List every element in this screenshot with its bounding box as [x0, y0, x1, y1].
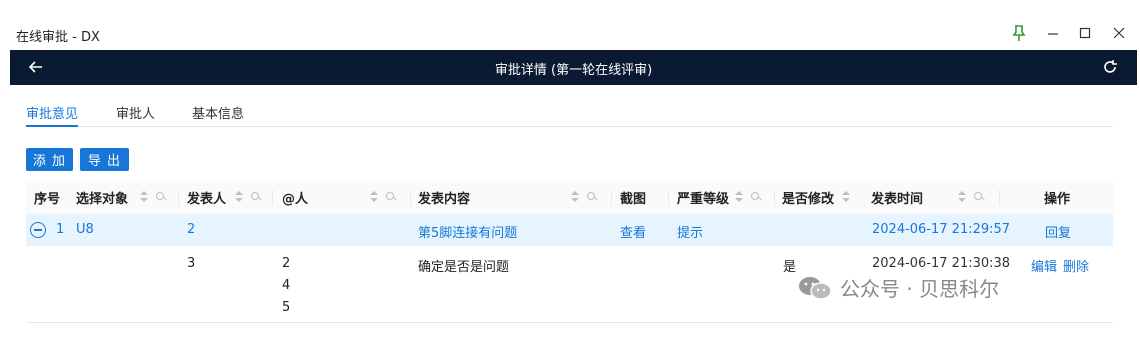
search-icon[interactable]: [386, 191, 396, 203]
tab-basic-info[interactable]: 基本信息: [192, 103, 244, 122]
column-header-screenshot: 截图: [620, 192, 647, 207]
row-content: 确定是否是问题: [418, 260, 510, 275]
row-mention: 2: [282, 256, 291, 271]
tab-approvers[interactable]: 审批人: [116, 103, 155, 122]
row-severity: 提示: [677, 226, 704, 241]
sort-icon[interactable]: [735, 191, 743, 203]
column-header-index: 序号: [34, 192, 61, 207]
row-index: 1: [56, 222, 65, 237]
watermark: 公众号 · 贝思科尔: [798, 273, 999, 302]
row-author: 3: [187, 256, 196, 271]
severity-column-tools: [735, 191, 761, 203]
column-divider: [668, 190, 669, 206]
column-divider: [774, 190, 775, 206]
column-header-time[interactable]: 发表时间: [871, 181, 923, 214]
sort-icon[interactable]: [370, 191, 378, 203]
column-header-actions: 操作: [1044, 192, 1071, 207]
table-header: 序号 选择对象 发表人 @人 发表内容 截图 严重等级 是否修改 发表时间 操作: [26, 181, 1113, 214]
column-divider: [272, 190, 273, 206]
wechat-icon: [798, 275, 832, 301]
view-screenshot-link[interactable]: 查看: [620, 222, 646, 241]
search-icon[interactable]: [251, 191, 261, 203]
search-icon[interactable]: [974, 191, 984, 203]
minimize-icon[interactable]: [1042, 22, 1064, 44]
column-header-content[interactable]: 发表内容: [418, 181, 470, 214]
row-time: 2024-06-17 21:30:38: [872, 256, 1011, 271]
row-time: 2024-06-17 21:29:57: [872, 222, 1011, 237]
page-title: 审批详情 (第一轮在线评审): [494, 63, 653, 78]
sort-icon[interactable]: [958, 191, 966, 203]
mentions-column-tools: [370, 191, 396, 203]
column-divider: [410, 190, 411, 206]
target-column-tools: [140, 191, 166, 203]
window-title: 在线审批 - DX: [16, 30, 100, 45]
content-column-tools: [571, 191, 597, 203]
row-target: U8: [76, 222, 94, 237]
sort-icon[interactable]: [235, 191, 243, 203]
column-divider: [178, 190, 179, 206]
column-header-author[interactable]: 发表人: [187, 181, 226, 214]
pin-icon[interactable]: [1008, 22, 1030, 44]
search-icon[interactable]: [587, 191, 597, 203]
search-icon[interactable]: [751, 191, 761, 203]
tab-opinions[interactable]: 审批意见: [26, 103, 78, 122]
add-button[interactable]: 添 加: [26, 148, 73, 171]
page-header: 审批详情 (第一轮在线评审): [10, 50, 1137, 85]
row-mention: 4: [282, 278, 291, 293]
refresh-icon[interactable]: [1101, 58, 1119, 76]
modified-column-tools: [842, 191, 850, 203]
row-modified: 是: [783, 260, 797, 275]
author-column-tools: [235, 191, 261, 203]
search-icon[interactable]: [156, 191, 166, 203]
edit-link[interactable]: 编辑: [1031, 256, 1057, 275]
row-content: 第5脚连接有问题: [418, 226, 518, 241]
export-button[interactable]: 导 出: [80, 148, 129, 171]
close-icon[interactable]: [1108, 22, 1130, 44]
table-row[interactable]: 1 U8 2 第5脚连接有问题 查看 提示 2024-06-17 21:29:5…: [26, 214, 1113, 246]
reply-link[interactable]: 回复: [1045, 222, 1071, 241]
row-author: 2: [187, 222, 196, 237]
sort-icon[interactable]: [571, 191, 579, 203]
active-tab-indicator: [26, 125, 78, 127]
column-header-severity[interactable]: 严重等级: [677, 181, 729, 214]
tab-bar: 审批意见 审批人 基本信息: [26, 100, 1113, 127]
maximize-icon[interactable]: [1074, 22, 1096, 44]
collapse-icon[interactable]: [30, 222, 46, 238]
column-header-target[interactable]: 选择对象: [76, 181, 128, 214]
column-header-modified[interactable]: 是否修改: [782, 181, 834, 214]
time-column-tools: [958, 191, 984, 203]
row-mention: 5: [282, 300, 291, 315]
column-divider: [999, 190, 1000, 206]
column-header-mentions[interactable]: @人: [282, 181, 308, 214]
column-divider: [611, 190, 612, 206]
delete-link[interactable]: 删除: [1063, 256, 1089, 275]
sort-icon[interactable]: [842, 191, 850, 203]
window-titlebar: 在线审批 - DX: [0, 0, 1140, 50]
watermark-text: 公众号 · 贝思科尔: [840, 277, 1000, 301]
sort-icon[interactable]: [140, 191, 148, 203]
